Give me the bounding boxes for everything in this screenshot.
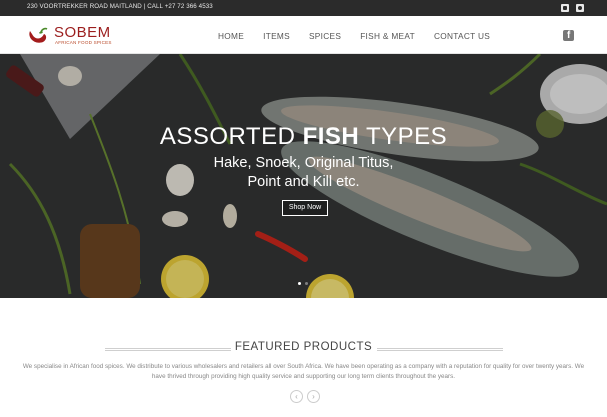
instagram-icon[interactable] bbox=[576, 4, 584, 12]
slider-dot-2[interactable] bbox=[305, 282, 308, 285]
nav-contact-us[interactable]: CONTACT US bbox=[434, 31, 490, 41]
logo-tagline: AFRICAN FOOD SPICES bbox=[55, 40, 112, 45]
hero-subtitle: Hake, Snoek, Original Titus, Point and K… bbox=[213, 155, 394, 190]
twitter-icon[interactable] bbox=[561, 4, 569, 12]
divider-right bbox=[377, 348, 503, 351]
nav-home[interactable]: HOME bbox=[218, 31, 244, 41]
logo[interactable]: SOBEM AFRICAN FOOD SPICES bbox=[27, 24, 117, 48]
hero-slider: ASSORTED FISH TYPES Hake, Snoek, Origina… bbox=[0, 54, 607, 298]
featured-title: FEATURED PRODUCTS bbox=[234, 341, 373, 353]
shop-now-button[interactable]: Shop Now bbox=[282, 200, 328, 216]
site-header: SOBEM AFRICAN FOOD SPICES HOME ITEMS SPI… bbox=[0, 16, 607, 54]
main-nav: HOME ITEMS SPICES FISH & MEAT CONTACT US bbox=[218, 31, 509, 41]
contact-info: 230 VOORTREKKER ROAD MAITLAND | CALL +27… bbox=[27, 3, 213, 10]
logo-name: SOBEM bbox=[54, 24, 111, 41]
prev-arrow-button[interactable]: ‹ bbox=[290, 390, 303, 403]
hero-title: ASSORTED FISH TYPES bbox=[159, 123, 448, 150]
nav-fish-meat[interactable]: FISH & MEAT bbox=[360, 31, 415, 41]
nav-spices[interactable]: SPICES bbox=[309, 31, 341, 41]
slider-dots bbox=[298, 282, 308, 285]
featured-description: We specialise in African food spices. We… bbox=[22, 363, 585, 380]
nav-items[interactable]: ITEMS bbox=[263, 31, 290, 41]
next-arrow-button[interactable]: › bbox=[307, 390, 320, 403]
social-links bbox=[561, 4, 584, 12]
chili-logo-icon bbox=[29, 27, 48, 43]
slider-dot-1[interactable] bbox=[298, 282, 301, 285]
top-bar: 230 VOORTREKKER ROAD MAITLAND | CALL +27… bbox=[0, 0, 607, 16]
facebook-icon[interactable]: f bbox=[563, 30, 574, 41]
